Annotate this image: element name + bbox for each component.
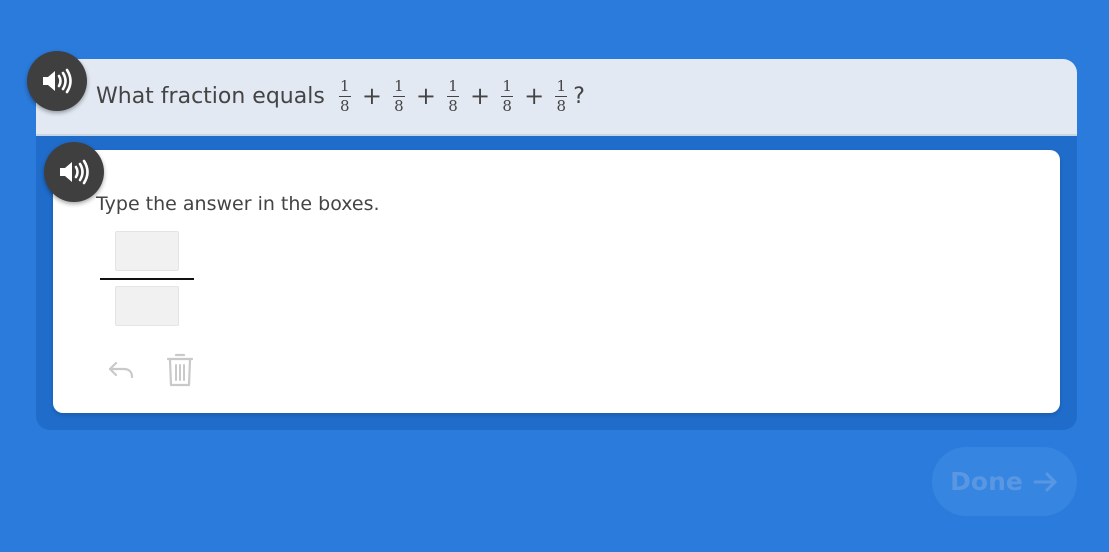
answer-panel: Type the answer in the boxes.: [53, 150, 1060, 413]
plus-operator: +: [361, 82, 382, 110]
speaker-icon: [43, 68, 72, 94]
term-denominator: 8: [394, 96, 404, 115]
fraction-term: 18: [501, 76, 514, 115]
fraction-term: 18: [555, 76, 568, 115]
fraction-term: 18: [338, 76, 351, 115]
question-prompt: What fraction equals 18 + 18 + 18 + 18 +…: [96, 78, 585, 114]
term-numerator: 1: [502, 76, 512, 95]
term-denominator: 8: [556, 96, 567, 115]
done-button[interactable]: Done: [932, 447, 1077, 516]
undo-icon: [108, 361, 134, 379]
term-numerator: 1: [448, 76, 458, 95]
trash-icon: [166, 353, 194, 387]
question-audio-button[interactable]: [27, 51, 87, 111]
plus-operator: +: [415, 82, 437, 110]
question-header: What fraction equals 18 + 18 + 18 + 18 +…: [36, 59, 1077, 136]
arrow-right-icon: [1033, 472, 1057, 491]
term-denominator: 8: [502, 96, 512, 115]
plus-operator: +: [470, 82, 491, 110]
term-denominator: 8: [340, 96, 350, 115]
done-label: Done: [950, 467, 1023, 496]
term-numerator: 1: [556, 76, 567, 95]
plus-operator: +: [524, 82, 545, 110]
fraction-term: 18: [447, 76, 460, 115]
delete-button[interactable]: [160, 350, 200, 390]
question-mark: ?: [573, 83, 585, 109]
numerator-input[interactable]: [115, 231, 179, 271]
answer-audio-button[interactable]: [44, 142, 104, 202]
speaker-icon: [60, 159, 89, 185]
fraction-term: 18: [392, 76, 405, 115]
answer-instruction: Type the answer in the boxes.: [96, 193, 380, 215]
term-denominator: 8: [448, 96, 458, 115]
term-numerator: 1: [340, 76, 350, 95]
answer-fraction-line: [100, 278, 194, 280]
undo-button[interactable]: [101, 350, 141, 390]
term-numerator: 1: [394, 76, 404, 95]
question-text: What fraction equals: [96, 83, 325, 109]
denominator-input[interactable]: [115, 286, 179, 326]
